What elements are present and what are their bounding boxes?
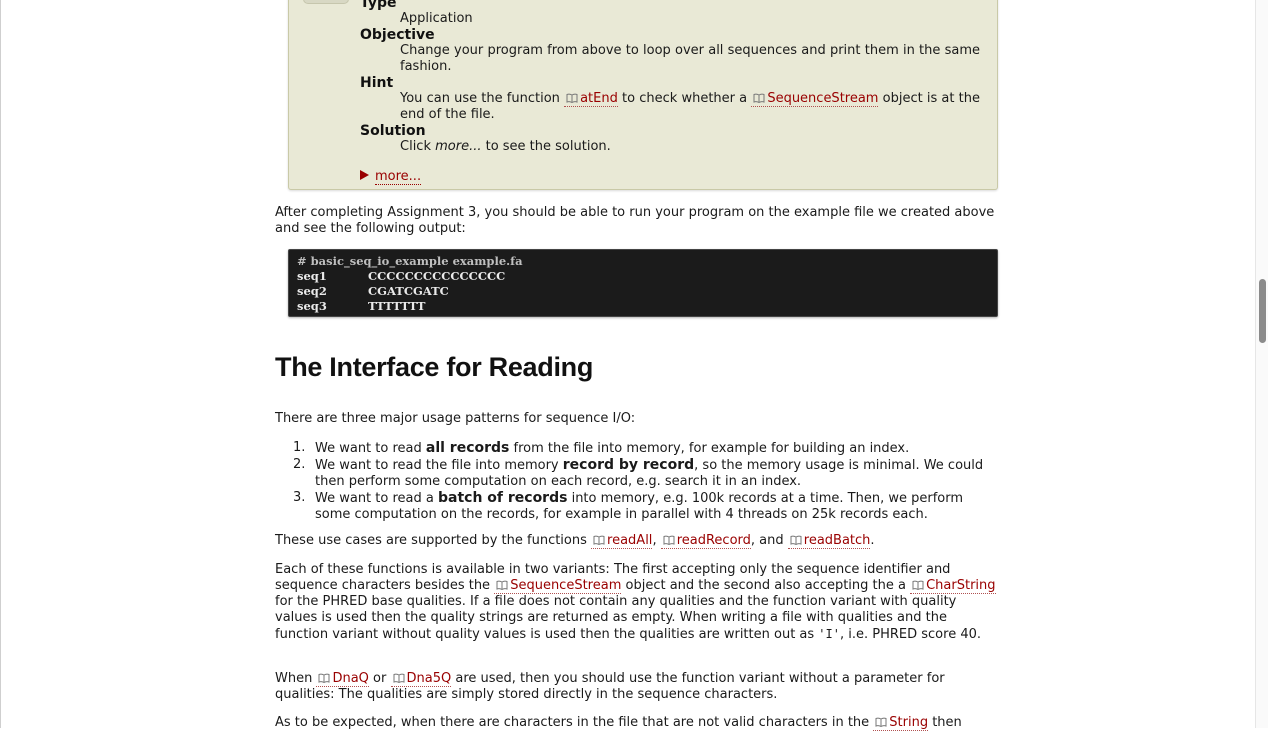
sequencestream-link-text: SequenceStream	[510, 578, 622, 593]
readbatch-link[interactable]: readBatch	[787, 533, 871, 549]
book-icon	[393, 673, 405, 683]
list-number: 3.	[293, 490, 306, 505]
code-block: # basic_seq_io_example example.fa seq1 CC…	[288, 249, 998, 317]
solution-prefix: Click	[400, 139, 436, 154]
text: object and the second also accepting the…	[621, 578, 911, 593]
text: or	[368, 671, 391, 686]
usage-pattern-list: 1. We want to read all records from the f…	[275, 440, 1001, 523]
vertical-scrollbar[interactable]	[1255, 0, 1268, 728]
paragraph-after-assignment: After completing Assignment 3, you shoul…	[275, 205, 995, 236]
text: , and	[750, 533, 788, 548]
book-icon	[318, 673, 330, 683]
intro-paragraph: There are three major usage patterns for…	[275, 411, 636, 426]
triangle-right-icon	[360, 170, 369, 180]
last-paragraph: As to be expected, when there are charac…	[275, 715, 1001, 731]
readbatch-link-text: readBatch	[803, 533, 871, 548]
scrollbar-thumb[interactable]	[1259, 279, 1266, 343]
text: , i.e. PHRED score 40.	[839, 627, 981, 642]
code-output-row: seq1 CCCCCCCCCCCCCCC	[297, 269, 505, 284]
seq-id: seq1	[297, 269, 327, 283]
assignment-definition-list: Type Application Objective Change your p…	[360, 0, 980, 155]
book-icon	[496, 580, 508, 590]
variants-paragraph: Each of these functions is available in …	[275, 562, 1001, 643]
solution-italic: more...	[435, 139, 482, 154]
functions-paragraph: These use cases are supported by the fun…	[275, 533, 1001, 549]
seq-id: seq2	[297, 284, 327, 298]
list-bold: record by record	[562, 457, 695, 473]
assignment-box: Type Application Objective Change your p…	[288, 0, 998, 190]
dnaq-paragraph: When DnaQ or Dna5Q are used, then you sh…	[275, 671, 1001, 703]
list-bold: all records	[425, 440, 510, 456]
book-icon	[753, 93, 765, 103]
seq-value: TTTTTTT	[368, 299, 426, 313]
list-text: We want to read	[315, 441, 426, 456]
book-icon	[912, 580, 924, 590]
code-output-row: seq2 CGATCGATC	[297, 284, 449, 299]
sequencestream-link[interactable]: SequenceStream	[751, 91, 879, 107]
list-bold: batch of records	[437, 490, 568, 506]
inline-code: 'I'	[818, 627, 840, 641]
type-value: Application	[400, 11, 473, 26]
list-item: 2. We want to read the file into memory r…	[275, 457, 1001, 490]
seq-value: CGATCGATC	[368, 284, 449, 298]
list-item: 3. We want to read a batch of records int…	[275, 490, 1001, 523]
solution-suffix: to see the solution.	[481, 139, 611, 154]
readall-link[interactable]: readAll	[591, 533, 653, 549]
text: When	[275, 671, 317, 686]
list-text: from the file into memory, for example f…	[509, 441, 910, 456]
objective-label: Objective	[360, 27, 435, 43]
code-command-line: # basic_seq_io_example example.fa	[297, 254, 523, 268]
readall-link-text: readAll	[607, 533, 653, 548]
atend-link[interactable]: atEnd	[564, 91, 618, 107]
readrecord-link-text: readRecord	[676, 533, 751, 548]
solution-label: Solution	[360, 123, 426, 139]
readrecord-link[interactable]: readRecord	[660, 533, 751, 549]
list-item: 1. We want to read all records from the f…	[275, 440, 1001, 457]
hint-label: Hint	[360, 75, 394, 91]
book-icon	[875, 717, 887, 727]
book-icon	[663, 535, 675, 545]
text: These use cases are supported by the fun…	[275, 533, 592, 548]
solution-text: Click more... to see the solution.	[400, 139, 980, 155]
charstring-link-text: CharString	[926, 578, 996, 593]
hint-text: You can use the function atEnd to check …	[400, 91, 980, 123]
charstring-link[interactable]: CharString	[910, 578, 996, 594]
dnaq-link[interactable]: DnaQ	[316, 671, 369, 687]
assignment-tab	[303, 0, 349, 4]
page-left-border	[0, 0, 1, 728]
list-number: 2.	[293, 457, 306, 472]
list-text: We want to read a	[315, 491, 438, 506]
sequencestream-link[interactable]: SequenceStream	[494, 578, 622, 594]
more-link-text: more...	[375, 169, 422, 185]
dnaq-link-text: DnaQ	[332, 671, 369, 686]
book-icon	[566, 93, 578, 103]
type-label: Type	[360, 0, 397, 11]
seq-value: CCCCCCCCCCCCCCC	[368, 269, 506, 283]
book-icon	[593, 535, 605, 545]
dna5q-link[interactable]: Dna5Q	[390, 671, 452, 687]
string-link[interactable]: String	[873, 715, 929, 731]
seq-id: seq3	[297, 299, 327, 313]
sequencestream-link-text: SequenceStream	[767, 91, 879, 106]
text: .	[870, 533, 875, 548]
section-heading: The Interface for Reading	[275, 352, 594, 382]
hint-middle: to check whether a	[617, 91, 752, 106]
atend-link-text: atEnd	[580, 91, 618, 106]
objective-text: Change your program from above to loop o…	[400, 43, 980, 74]
dna5q-link-text: Dna5Q	[406, 671, 452, 686]
code-output-row: seq3 TTTTTTT	[297, 299, 425, 314]
list-number: 1.	[293, 440, 306, 455]
book-icon	[790, 535, 802, 545]
hint-prefix: You can use the function	[400, 91, 565, 106]
text: ,	[652, 533, 661, 548]
more-toggle[interactable]: more...	[360, 169, 422, 185]
list-text: We want to read the file into memory	[315, 458, 563, 473]
